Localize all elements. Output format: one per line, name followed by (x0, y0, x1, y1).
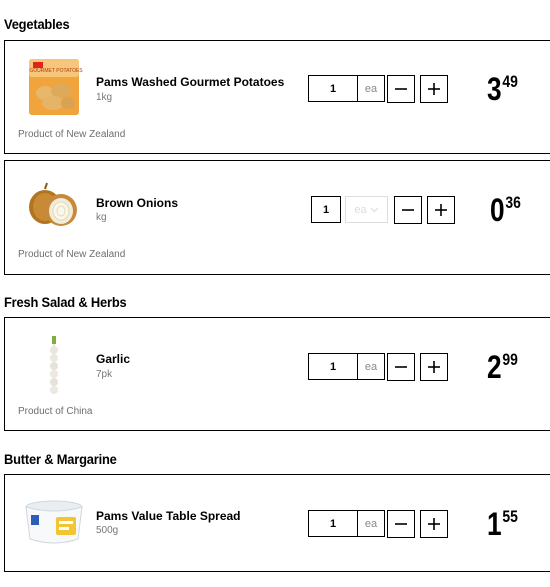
product-price: 036 (490, 194, 521, 226)
increase-button[interactable] (420, 510, 448, 538)
price-cents: 36 (505, 193, 521, 212)
potatoes-image[interactable]: GOURMET POTATOES (23, 55, 85, 117)
product-price: 349 (487, 73, 518, 105)
table-spread-image[interactable] (23, 489, 85, 551)
unit-select: ea (345, 196, 388, 223)
product-card-garlic: Garlic 7pk Product of China 1 ea 299 (4, 317, 550, 431)
quantity-input[interactable]: 1 (308, 75, 358, 102)
product-origin: Product of New Zealand (18, 129, 126, 140)
minus-icon (395, 88, 407, 90)
product-name[interactable]: Garlic (96, 352, 130, 366)
product-price: 299 (487, 351, 518, 383)
price-dollars: 0 (490, 192, 505, 228)
decrease-button[interactable] (394, 196, 422, 224)
price-dollars: 2 (487, 349, 502, 385)
product-size: 7pk (96, 369, 113, 380)
onions-image[interactable] (23, 175, 85, 237)
chevron-down-icon (370, 205, 379, 215)
plus-icon (428, 83, 440, 95)
increase-button[interactable] (427, 196, 455, 224)
minus-icon (395, 366, 407, 368)
unit-label: ea (358, 75, 385, 102)
section-title-butter-margarine: Butter & Margarine (4, 451, 117, 467)
product-size: 1kg (96, 92, 113, 103)
quantity-input[interactable]: 1 (311, 196, 341, 223)
product-name[interactable]: Pams Value Table Spread (96, 509, 241, 523)
price-cents: 99 (502, 350, 518, 369)
product-origin: Product of China (18, 406, 93, 417)
product-name[interactable]: Brown Onions (96, 196, 178, 210)
section-title-vegetables: Vegetables (4, 16, 70, 32)
quantity-input[interactable]: 1 (308, 353, 358, 380)
unit-label: ea (358, 353, 385, 380)
price-dollars: 3 (487, 71, 502, 107)
section-title-fresh-salad-herbs: Fresh Salad & Herbs (4, 294, 127, 310)
plus-icon (428, 361, 440, 373)
increase-button[interactable] (420, 353, 448, 381)
increase-button[interactable] (420, 75, 448, 103)
price-cents: 49 (502, 72, 518, 91)
plus-icon (435, 204, 447, 216)
quantity-input[interactable]: 1 (308, 510, 358, 537)
potato-bag-text: GOURMET POTATOES (29, 68, 83, 74)
garlic-image[interactable] (23, 334, 85, 396)
minus-icon (402, 209, 414, 211)
product-price: 155 (487, 508, 518, 540)
product-origin: Product of New Zealand (18, 249, 126, 260)
plus-icon (428, 518, 440, 530)
price-cents: 55 (502, 507, 518, 526)
decrease-button[interactable] (387, 510, 415, 538)
product-card-table-spread: Pams Value Table Spread 500g 1 ea 155 (4, 474, 550, 572)
product-card-potatoes: GOURMET POTATOES Pams Washed Gourmet Pot… (4, 40, 550, 154)
decrease-button[interactable] (387, 353, 415, 381)
price-dollars: 1 (487, 506, 502, 542)
product-size: 500g (96, 525, 119, 536)
product-card-onions: Brown Onions kg Product of New Zealand 1… (4, 160, 550, 275)
product-name[interactable]: Pams Washed Gourmet Potatoes (96, 75, 284, 89)
product-size: kg (96, 212, 107, 223)
unit-select-value: ea (354, 203, 367, 216)
decrease-button[interactable] (387, 75, 415, 103)
minus-icon (395, 523, 407, 525)
unit-label: ea (358, 510, 385, 537)
